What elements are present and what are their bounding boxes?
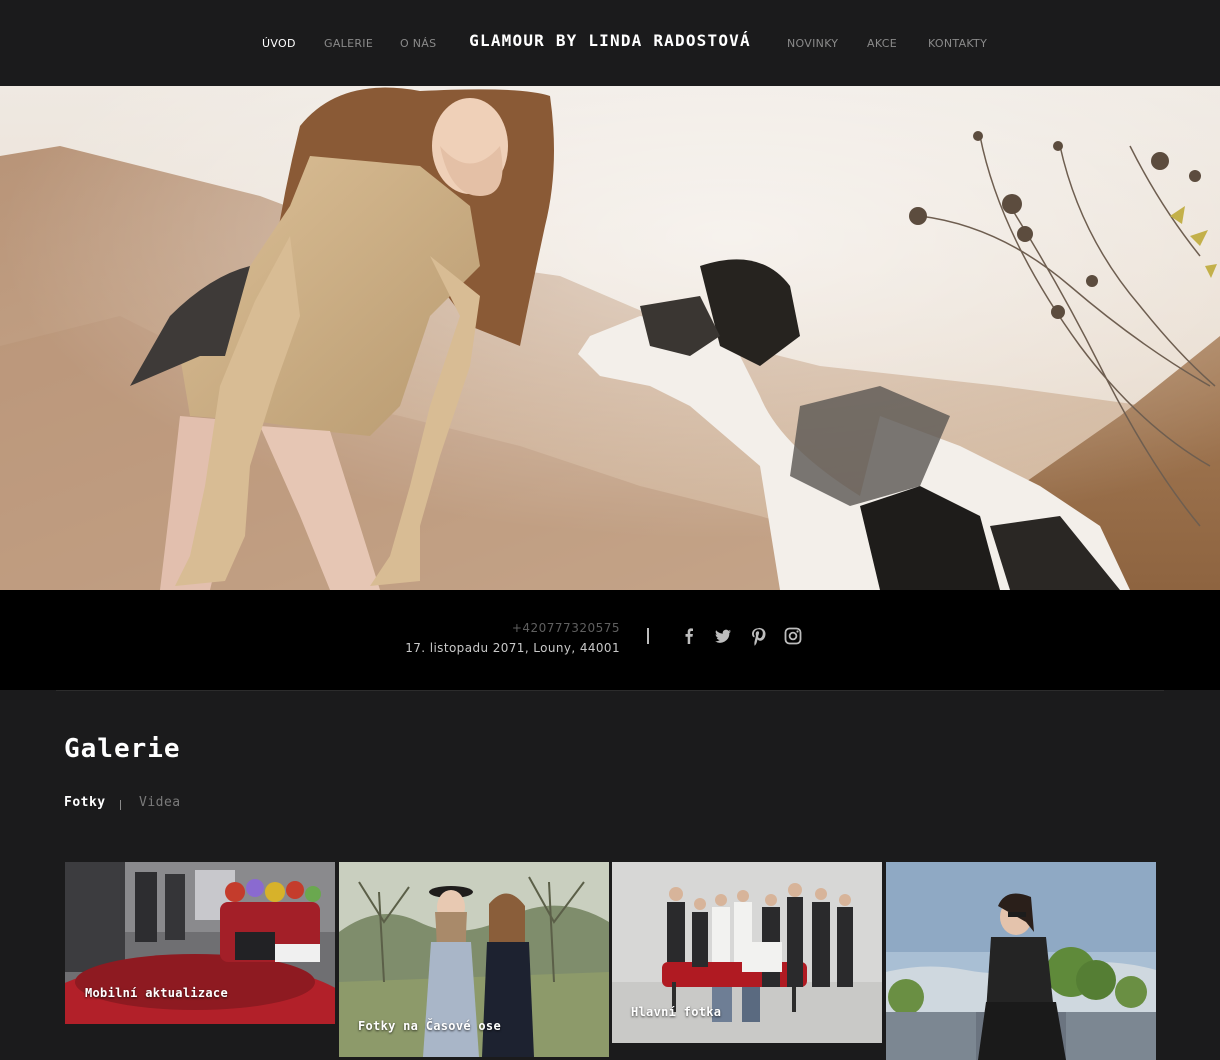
gallery-tile[interactable]: Mobilní aktualizace [65,862,335,1024]
site-header: ÚVOD GALERIE O NÁS GLAMOUR BY LINDA RADO… [0,0,1220,86]
tile-label: Hlavní fotka [631,1005,722,1019]
section-divider [56,690,1164,691]
phone-number[interactable]: +420777320575 [512,621,620,635]
nav-item-akce[interactable]: AKCE [867,37,897,50]
tile-label: Mobilní aktualizace [85,986,228,1000]
contact-divider [647,628,649,644]
gallery-title: Galerie [64,734,181,764]
facebook-icon[interactable] [679,626,699,646]
tile-label: Fotky na Časové ose [358,1019,501,1033]
address-text: 17. listopadu 2071, Louny, 44001 [405,641,620,655]
instagram-icon[interactable] [783,626,803,646]
nav-item-kontakty[interactable]: KONTAKTY [928,37,987,50]
gallery-tile[interactable]: Hlavní fotka [612,862,882,1043]
gallery-tile[interactable] [886,862,1156,1060]
brand-logo[interactable]: GLAMOUR BY LINDA RADOSTOVÁ [0,31,1220,50]
filter-videa[interactable]: Videa [139,795,181,810]
contact-band: +420777320575 17. listopadu 2071, Louny,… [0,590,1220,690]
twitter-icon[interactable] [713,626,733,646]
nav-item-novinky[interactable]: NOVINKY [787,37,838,50]
hero-image [0,86,1220,590]
gallery-tile[interactable]: Fotky na Časové ose [339,862,609,1057]
filter-fotky[interactable]: Fotky [64,795,106,810]
pinterest-icon[interactable] [748,626,768,646]
filter-divider [120,800,121,810]
